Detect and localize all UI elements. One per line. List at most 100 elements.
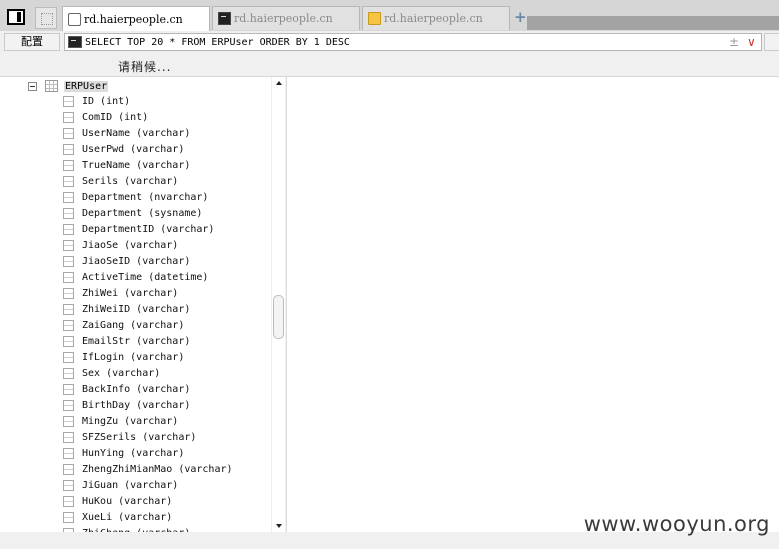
column-icon — [63, 351, 74, 363]
column-label: JiGuan (varchar) — [82, 479, 179, 491]
column-label: HuKou (varchar) — [82, 495, 173, 507]
column-label: UserName (varchar) — [82, 127, 191, 139]
tree-column-item[interactable]: HuKou (varchar) — [63, 493, 233, 509]
tree-column-item[interactable]: ZhiWeiID (varchar) — [63, 301, 233, 317]
column-icon — [63, 143, 74, 155]
column-list: ID (int) ComID (int) UserName (varchar) Use… — [63, 93, 233, 532]
tree-column-item[interactable]: Department (sysname) — [63, 205, 233, 221]
app-menu-icon[interactable] — [7, 9, 25, 25]
tree-column-item[interactable]: Serils (varchar) — [63, 173, 233, 189]
tree-scrollbar[interactable] — [271, 77, 285, 532]
run-button[interactable] — [764, 33, 779, 51]
tree-column-item[interactable]: ComID (int) — [63, 109, 233, 125]
column-icon — [63, 415, 74, 427]
column-icon — [63, 191, 74, 203]
plus-minus-button[interactable]: ± — [729, 34, 739, 50]
column-label: ID (int) — [82, 95, 131, 107]
column-icon — [63, 127, 74, 139]
watermark: www.wooyun.org — [583, 512, 770, 536]
tree-column-item[interactable]: BirthDay (varchar) — [63, 397, 233, 413]
chevron-down-icon[interactable]: ∨ — [747, 34, 756, 50]
column-label: UserPwd (varchar) — [82, 143, 185, 155]
collapse-icon[interactable] — [28, 81, 37, 91]
tree-node-table[interactable]: ERPUser — [28, 79, 109, 93]
tree-column-item[interactable]: ZhiCheng (varchar) — [63, 525, 233, 532]
sql-toolbar: 配置 ± ∨ — [0, 31, 779, 53]
tab-site-folder[interactable]: rd.haierpeople.cn — [362, 6, 510, 30]
tree-column-item[interactable]: MingZu (varchar) — [63, 413, 233, 429]
column-label: IfLogin (varchar) — [82, 351, 185, 363]
tree-column-item[interactable]: TrueName (varchar) — [63, 157, 233, 173]
blank-tab-icon[interactable] — [35, 7, 57, 29]
column-label: MingZu (varchar) — [82, 415, 179, 427]
tree-column-item[interactable]: BackInfo (varchar) — [63, 381, 233, 397]
column-icon — [63, 431, 74, 443]
column-icon — [63, 367, 74, 379]
tab-label: rd.haierpeople.cn — [384, 12, 483, 25]
tab-site-document[interactable]: rd.haierpeople.cn — [62, 6, 210, 31]
tab-label: rd.haierpeople.cn — [84, 12, 183, 26]
sql-query-input[interactable] — [85, 34, 725, 50]
new-tab-button[interactable]: + — [514, 10, 527, 25]
tree-column-item[interactable]: JiGuan (varchar) — [63, 477, 233, 493]
status-bar: 请稍候... — [0, 53, 779, 77]
table-name[interactable]: ERPUser — [64, 80, 109, 92]
column-icon — [63, 95, 74, 107]
sql-input-box: ± ∨ — [64, 33, 762, 51]
column-label: XueLi (varchar) — [82, 511, 173, 523]
tree-column-item[interactable]: DepartmentID (varchar) — [63, 221, 233, 237]
terminal-icon — [218, 12, 231, 25]
scroll-down-icon[interactable] — [276, 524, 282, 528]
schema-tree: ERPUser ID (int) ComID (int) UserName (var… — [0, 77, 285, 532]
tree-column-item[interactable]: ZaiGang (varchar) — [63, 317, 233, 333]
tree-column-item[interactable]: JiaoSeID (varchar) — [63, 253, 233, 269]
column-icon — [63, 447, 74, 459]
tab-label: rd.haierpeople.cn — [234, 12, 333, 25]
scroll-up-icon[interactable] — [276, 81, 282, 85]
config-button[interactable]: 配置 — [4, 33, 60, 51]
tree-column-item[interactable]: HunYing (varchar) — [63, 445, 233, 461]
column-label: ZhengZhiMianMao (varchar) — [82, 463, 233, 475]
tree-column-item[interactable]: ID (int) — [63, 93, 233, 109]
column-label: BackInfo (varchar) — [82, 383, 191, 395]
column-icon — [63, 207, 74, 219]
tree-column-item[interactable]: IfLogin (varchar) — [63, 349, 233, 365]
tab-strip-filler — [527, 16, 779, 30]
tree-column-item[interactable]: EmailStr (varchar) — [63, 333, 233, 349]
tab-bar: rd.haierpeople.cn rd.haierpeople.cn rd.h… — [0, 0, 779, 32]
table-icon — [45, 80, 58, 92]
tree-column-item[interactable]: Department (nvarchar) — [63, 189, 233, 205]
folder-icon — [368, 12, 381, 25]
tree-column-item[interactable]: JiaoSe (varchar) — [63, 237, 233, 253]
scrollbar-thumb[interactable] — [273, 295, 284, 339]
tree-column-item[interactable]: Sex (varchar) — [63, 365, 233, 381]
column-label: BirthDay (varchar) — [82, 399, 191, 411]
column-label: Serils (varchar) — [82, 175, 179, 187]
column-icon — [63, 479, 74, 491]
tree-column-item[interactable]: XueLi (varchar) — [63, 509, 233, 525]
column-label: ZhiWei (varchar) — [82, 287, 179, 299]
column-icon — [63, 271, 74, 283]
column-icon — [63, 159, 74, 171]
column-icon — [63, 111, 74, 123]
document-icon — [68, 12, 81, 26]
tree-column-item[interactable]: SFZSerils (varchar) — [63, 429, 233, 445]
column-icon — [63, 335, 74, 347]
column-label: TrueName (varchar) — [82, 159, 191, 171]
tree-column-item[interactable]: UserPwd (varchar) — [63, 141, 233, 157]
column-icon — [63, 223, 74, 235]
column-label: HunYing (varchar) — [82, 447, 185, 459]
column-label: ZhiWeiID (varchar) — [82, 303, 191, 315]
tree-column-item[interactable]: ZhengZhiMianMao (varchar) — [63, 461, 233, 477]
column-label: DepartmentID (varchar) — [82, 223, 215, 235]
tree-column-item[interactable]: UserName (varchar) — [63, 125, 233, 141]
column-label: Department (sysname) — [82, 207, 203, 219]
tab-site-terminal[interactable]: rd.haierpeople.cn — [212, 6, 360, 30]
column-icon — [63, 239, 74, 251]
tree-column-item[interactable]: ActiveTime (datetime) — [63, 269, 233, 285]
column-label: ComID (int) — [82, 111, 149, 123]
tree-column-item[interactable]: ZhiWei (varchar) — [63, 285, 233, 301]
column-label: Sex (varchar) — [82, 367, 161, 379]
column-label: ActiveTime (datetime) — [82, 271, 209, 283]
column-label: JiaoSe (varchar) — [82, 239, 179, 251]
